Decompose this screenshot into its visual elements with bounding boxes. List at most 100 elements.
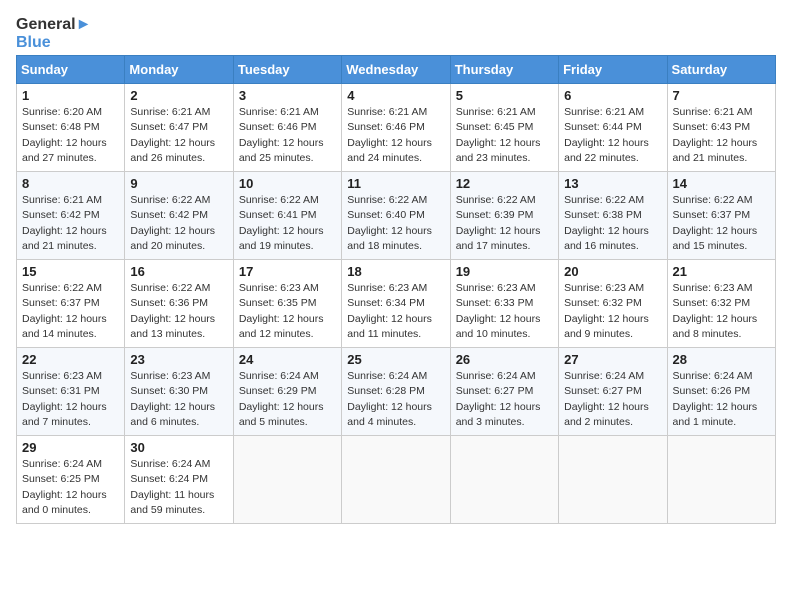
day-number: 30	[130, 440, 227, 455]
calendar-cell: 6 Sunrise: 6:21 AM Sunset: 6:44 PM Daylig…	[559, 84, 667, 172]
calendar-cell: 14 Sunrise: 6:22 AM Sunset: 6:37 PM Dayli…	[667, 172, 775, 260]
day-info: Sunrise: 6:24 AM Sunset: 6:27 PM Dayligh…	[564, 369, 661, 430]
calendar-cell	[233, 436, 341, 524]
calendar-cell: 10 Sunrise: 6:22 AM Sunset: 6:41 PM Dayli…	[233, 172, 341, 260]
calendar-cell: 11 Sunrise: 6:22 AM Sunset: 6:40 PM Dayli…	[342, 172, 450, 260]
day-number: 17	[239, 264, 336, 279]
calendar-cell: 21 Sunrise: 6:23 AM Sunset: 6:32 PM Dayli…	[667, 260, 775, 348]
day-info: Sunrise: 6:23 AM Sunset: 6:32 PM Dayligh…	[673, 281, 770, 342]
day-number: 8	[22, 176, 119, 191]
day-number: 2	[130, 88, 227, 103]
week-row-1: 1 Sunrise: 6:20 AM Sunset: 6:48 PM Daylig…	[17, 84, 776, 172]
day-info: Sunrise: 6:24 AM Sunset: 6:25 PM Dayligh…	[22, 457, 119, 518]
day-info: Sunrise: 6:24 AM Sunset: 6:27 PM Dayligh…	[456, 369, 553, 430]
day-info: Sunrise: 6:23 AM Sunset: 6:30 PM Dayligh…	[130, 369, 227, 430]
day-info: Sunrise: 6:20 AM Sunset: 6:48 PM Dayligh…	[22, 105, 119, 166]
day-info: Sunrise: 6:22 AM Sunset: 6:41 PM Dayligh…	[239, 193, 336, 254]
day-info: Sunrise: 6:24 AM Sunset: 6:24 PM Dayligh…	[130, 457, 227, 518]
calendar-cell: 7 Sunrise: 6:21 AM Sunset: 6:43 PM Daylig…	[667, 84, 775, 172]
calendar-cell: 16 Sunrise: 6:22 AM Sunset: 6:36 PM Dayli…	[125, 260, 233, 348]
col-header-monday: Monday	[125, 56, 233, 84]
day-number: 16	[130, 264, 227, 279]
day-number: 3	[239, 88, 336, 103]
logo-line1: General►	[16, 16, 91, 34]
logo-line2: Blue	[16, 34, 91, 52]
logo: General► Blue	[16, 16, 91, 51]
week-row-4: 22 Sunrise: 6:23 AM Sunset: 6:31 PM Dayli…	[17, 348, 776, 436]
day-number: 27	[564, 352, 661, 367]
day-info: Sunrise: 6:21 AM Sunset: 6:45 PM Dayligh…	[456, 105, 553, 166]
day-number: 18	[347, 264, 444, 279]
day-info: Sunrise: 6:22 AM Sunset: 6:37 PM Dayligh…	[22, 281, 119, 342]
calendar-cell	[559, 436, 667, 524]
day-number: 11	[347, 176, 444, 191]
calendar-cell: 17 Sunrise: 6:23 AM Sunset: 6:35 PM Dayli…	[233, 260, 341, 348]
calendar-cell: 18 Sunrise: 6:23 AM Sunset: 6:34 PM Dayli…	[342, 260, 450, 348]
calendar-cell: 22 Sunrise: 6:23 AM Sunset: 6:31 PM Dayli…	[17, 348, 125, 436]
calendar-cell: 25Sunrise: 6:24 AM Sunset: 6:28 PM Dayli…	[342, 348, 450, 436]
col-header-tuesday: Tuesday	[233, 56, 341, 84]
calendar-cell	[342, 436, 450, 524]
col-header-friday: Friday	[559, 56, 667, 84]
day-info: Sunrise: 6:22 AM Sunset: 6:38 PM Dayligh…	[564, 193, 661, 254]
day-info: Sunrise: 6:21 AM Sunset: 6:43 PM Dayligh…	[673, 105, 770, 166]
calendar-cell: 29 Sunrise: 6:24 AM Sunset: 6:25 PM Dayli…	[17, 436, 125, 524]
day-number: 29	[22, 440, 119, 455]
day-info: Sunrise: 6:21 AM Sunset: 6:47 PM Dayligh…	[130, 105, 227, 166]
day-number: 7	[673, 88, 770, 103]
calendar-cell: 4Sunrise: 6:21 AM Sunset: 6:46 PM Daylig…	[342, 84, 450, 172]
day-info: Sunrise: 6:22 AM Sunset: 6:37 PM Dayligh…	[673, 193, 770, 254]
day-number: 23	[130, 352, 227, 367]
day-number: 26	[456, 352, 553, 367]
day-info: Sunrise: 6:21 AM Sunset: 6:46 PM Dayligh…	[239, 105, 336, 166]
calendar-cell: 5Sunrise: 6:21 AM Sunset: 6:45 PM Daylig…	[450, 84, 558, 172]
day-info: Sunrise: 6:24 AM Sunset: 6:29 PM Dayligh…	[239, 369, 336, 430]
col-header-sunday: Sunday	[17, 56, 125, 84]
day-number: 14	[673, 176, 770, 191]
day-info: Sunrise: 6:22 AM Sunset: 6:40 PM Dayligh…	[347, 193, 444, 254]
day-info: Sunrise: 6:21 AM Sunset: 6:42 PM Dayligh…	[22, 193, 119, 254]
logo-text-block: General► Blue	[16, 16, 91, 51]
calendar-cell: 8 Sunrise: 6:21 AM Sunset: 6:42 PM Daylig…	[17, 172, 125, 260]
day-info: Sunrise: 6:22 AM Sunset: 6:39 PM Dayligh…	[456, 193, 553, 254]
calendar-header-row: SundayMondayTuesdayWednesdayThursdayFrid…	[17, 56, 776, 84]
day-number: 21	[673, 264, 770, 279]
col-header-wednesday: Wednesday	[342, 56, 450, 84]
day-number: 10	[239, 176, 336, 191]
day-number: 1	[22, 88, 119, 103]
calendar-cell: 3 Sunrise: 6:21 AM Sunset: 6:46 PM Daylig…	[233, 84, 341, 172]
day-number: 24	[239, 352, 336, 367]
day-info: Sunrise: 6:22 AM Sunset: 6:36 PM Dayligh…	[130, 281, 227, 342]
calendar-cell: 12 Sunrise: 6:22 AM Sunset: 6:39 PM Dayli…	[450, 172, 558, 260]
page-header: General► Blue	[16, 16, 776, 51]
week-row-2: 8 Sunrise: 6:21 AM Sunset: 6:42 PM Daylig…	[17, 172, 776, 260]
calendar-cell: 28Sunrise: 6:24 AM Sunset: 6:26 PM Dayli…	[667, 348, 775, 436]
day-info: Sunrise: 6:21 AM Sunset: 6:44 PM Dayligh…	[564, 105, 661, 166]
day-number: 15	[22, 264, 119, 279]
day-info: Sunrise: 6:23 AM Sunset: 6:32 PM Dayligh…	[564, 281, 661, 342]
calendar-cell: 30 Sunrise: 6:24 AM Sunset: 6:24 PM Dayli…	[125, 436, 233, 524]
calendar-cell: 23 Sunrise: 6:23 AM Sunset: 6:30 PM Dayli…	[125, 348, 233, 436]
day-number: 20	[564, 264, 661, 279]
week-row-3: 15 Sunrise: 6:22 AM Sunset: 6:37 PM Dayli…	[17, 260, 776, 348]
calendar-body: 1 Sunrise: 6:20 AM Sunset: 6:48 PM Daylig…	[17, 84, 776, 524]
calendar-cell: 9Sunrise: 6:22 AM Sunset: 6:42 PM Daylig…	[125, 172, 233, 260]
day-info: Sunrise: 6:23 AM Sunset: 6:34 PM Dayligh…	[347, 281, 444, 342]
day-info: Sunrise: 6:23 AM Sunset: 6:35 PM Dayligh…	[239, 281, 336, 342]
col-header-thursday: Thursday	[450, 56, 558, 84]
calendar-cell: 26 Sunrise: 6:24 AM Sunset: 6:27 PM Dayli…	[450, 348, 558, 436]
day-number: 22	[22, 352, 119, 367]
calendar-cell: 19 Sunrise: 6:23 AM Sunset: 6:33 PM Dayli…	[450, 260, 558, 348]
calendar-cell	[450, 436, 558, 524]
calendar-cell: 2 Sunrise: 6:21 AM Sunset: 6:47 PM Daylig…	[125, 84, 233, 172]
day-info: Sunrise: 6:23 AM Sunset: 6:33 PM Dayligh…	[456, 281, 553, 342]
calendar-cell: 20 Sunrise: 6:23 AM Sunset: 6:32 PM Dayli…	[559, 260, 667, 348]
day-info: Sunrise: 6:22 AM Sunset: 6:42 PM Dayligh…	[130, 193, 227, 254]
day-number: 6	[564, 88, 661, 103]
day-number: 12	[456, 176, 553, 191]
calendar-cell: 1 Sunrise: 6:20 AM Sunset: 6:48 PM Daylig…	[17, 84, 125, 172]
calendar-cell: 15 Sunrise: 6:22 AM Sunset: 6:37 PM Dayli…	[17, 260, 125, 348]
day-info: Sunrise: 6:23 AM Sunset: 6:31 PM Dayligh…	[22, 369, 119, 430]
day-number: 19	[456, 264, 553, 279]
day-number: 25	[347, 352, 444, 367]
